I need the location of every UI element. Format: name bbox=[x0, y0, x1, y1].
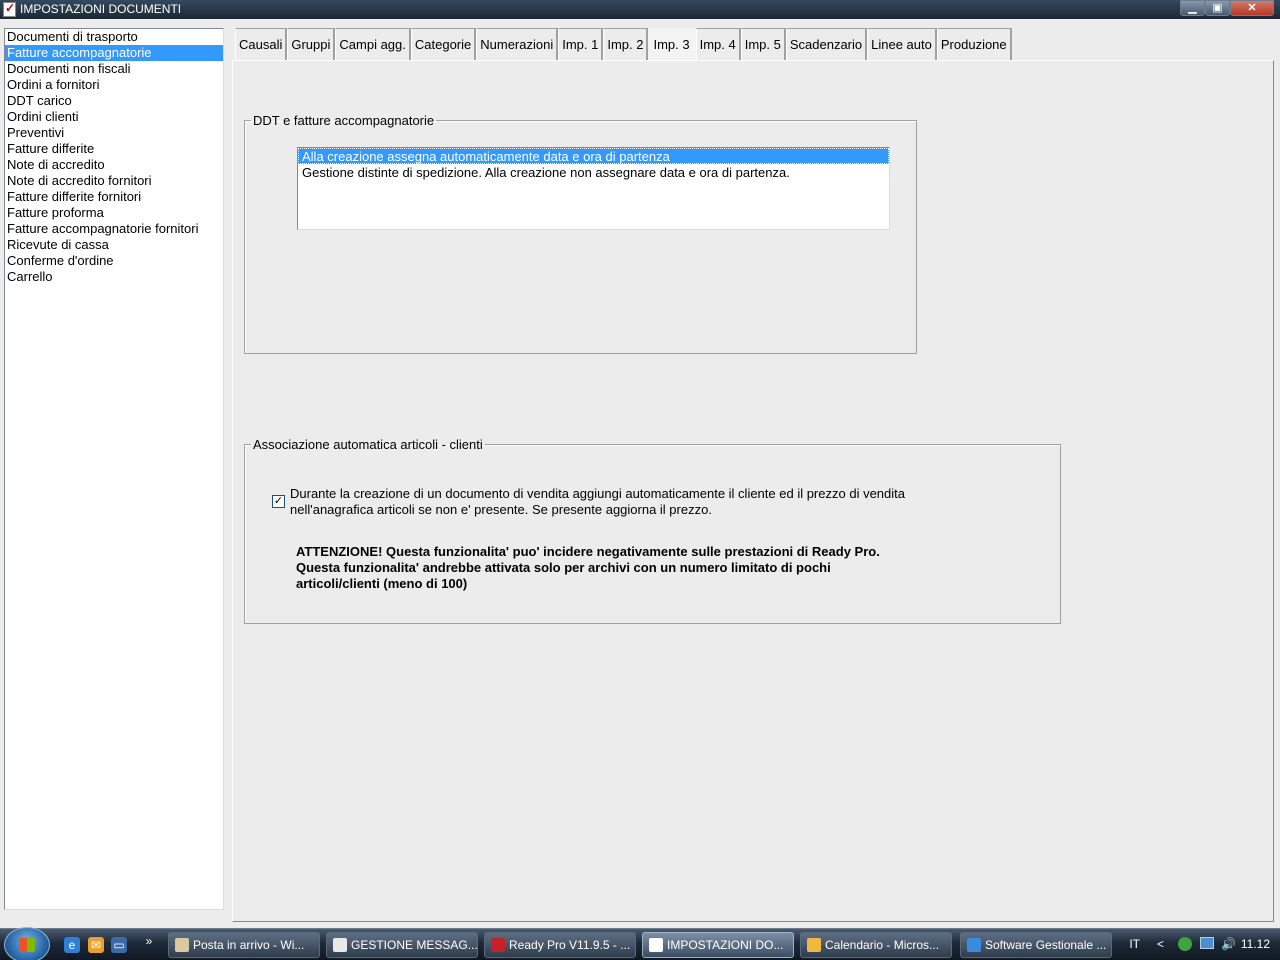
envelope-icon bbox=[333, 938, 347, 952]
window-controls: ▁ ▣ ✕ bbox=[1180, 0, 1274, 16]
taskbar-button-label: GESTIONE MESSAG... bbox=[351, 938, 478, 952]
maximize-button[interactable]: ▣ bbox=[1205, 0, 1230, 16]
tab-gruppi[interactable]: Gruppi bbox=[287, 28, 336, 60]
doc-list-item[interactable]: Fatture differite bbox=[5, 141, 223, 157]
performance-warning: ATTENZIONE! Questa funzionalita' puo' in… bbox=[296, 544, 976, 592]
doc-list-item[interactable]: Note di accredito bbox=[5, 157, 223, 173]
tab-produzione[interactable]: Produzione bbox=[936, 28, 1012, 60]
doc-list-item[interactable]: Carrello bbox=[5, 269, 223, 285]
doc-list-item[interactable]: Documenti di trasporto bbox=[5, 29, 223, 45]
windows-logo-icon bbox=[19, 938, 35, 952]
ie-icon bbox=[967, 938, 981, 952]
volume-icon[interactable]: 🔊 bbox=[1221, 937, 1236, 951]
taskbar-button-label: Software Gestionale ... bbox=[985, 938, 1107, 952]
tab-linee-auto[interactable]: Linee auto bbox=[867, 28, 937, 60]
network-icon[interactable] bbox=[1200, 937, 1214, 949]
warning-line2: Questa funzionalita' andrebbe attivata s… bbox=[296, 560, 831, 575]
ddt-options-listbox[interactable]: Alla creazione assegna automaticamente d… bbox=[297, 147, 890, 230]
doc-list-item[interactable]: DDT carico bbox=[5, 93, 223, 109]
desktop-quicklaunch-icon[interactable]: ▭ bbox=[111, 937, 127, 953]
sync-icon[interactable] bbox=[1178, 937, 1192, 951]
doc-list-item[interactable]: Ricevute di cassa bbox=[5, 237, 223, 253]
taskbar-button-label: Calendario - Micros... bbox=[825, 938, 940, 952]
doc-list-item[interactable]: Fatture differite fornitori bbox=[5, 189, 223, 205]
ie-quicklaunch-icon[interactable]: e bbox=[64, 937, 80, 953]
auto-association-label-line2: nell'anagrafica articoli se non e' prese… bbox=[290, 502, 712, 517]
doc-list-item[interactable]: Ordini clienti bbox=[5, 109, 223, 125]
tab-strip: Causali Gruppi Campi agg. Categorie Numerazi… bbox=[235, 28, 1012, 60]
document-type-list[interactable]: Documenti di trasporto Fatture accompagna… bbox=[4, 28, 224, 910]
start-button[interactable] bbox=[4, 927, 50, 960]
tab-imp-5[interactable]: Imp. 5 bbox=[740, 28, 786, 60]
more-quicklaunch-icon[interactable]: » bbox=[141, 933, 157, 949]
taskbar-button[interactable]: GESTIONE MESSAG... bbox=[326, 932, 478, 958]
doc-list-item[interactable]: Note di accredito fornitori bbox=[5, 173, 223, 189]
mail-icon bbox=[175, 938, 189, 952]
settings-panel: Causali Gruppi Campi agg. Categorie Numerazi… bbox=[232, 28, 1276, 922]
warning-line1: ATTENZIONE! Questa funzionalita' puo' in… bbox=[296, 544, 880, 559]
doc-list-item[interactable]: Conferme d'ordine bbox=[5, 253, 223, 269]
doc-list-item[interactable]: Preventivi bbox=[5, 125, 223, 141]
ddt-group: DDT e fatture accompagnatorie Alla creaz… bbox=[244, 113, 917, 354]
window-title: IMPOSTAZIONI DOCUMENTI bbox=[20, 2, 182, 16]
outlook-quicklaunch-icon[interactable]: ✉ bbox=[88, 937, 104, 953]
taskbar-button[interactable]: Posta in arrivo - Wi... bbox=[168, 932, 320, 958]
app-icon bbox=[3, 1, 16, 17]
doc-list-item[interactable]: Fatture accompagnatorie bbox=[5, 45, 223, 61]
association-group: Associazione automatica articoli - clien… bbox=[244, 437, 1061, 624]
doc-list-item[interactable]: Ordini a fornitori bbox=[5, 77, 223, 93]
tab-page-imp3: DDT e fatture accompagnatorie Alla creaz… bbox=[232, 60, 1274, 922]
ddt-group-legend: DDT e fatture accompagnatorie bbox=[253, 113, 435, 128]
doc-list-item[interactable]: Fatture proforma bbox=[5, 205, 223, 221]
taskbar-button[interactable]: Software Gestionale ... bbox=[960, 932, 1112, 958]
warning-line3: articoli/clienti (meno di 100) bbox=[296, 576, 468, 591]
auto-association-label-line1: Durante la creazione di un documento di … bbox=[290, 486, 905, 501]
clock[interactable]: 11.12 bbox=[1241, 937, 1270, 951]
taskbar: e ✉ ▭ » Posta in arrivo - Wi... GESTIONE … bbox=[0, 927, 1280, 960]
minimize-button[interactable]: ▁ bbox=[1180, 0, 1205, 16]
doc-list-item[interactable]: Fatture accompagnatorie fornitori bbox=[5, 221, 223, 237]
taskbar-button-label: Posta in arrivo - Wi... bbox=[193, 938, 305, 952]
tab-imp-1[interactable]: Imp. 1 bbox=[558, 28, 604, 60]
auto-association-checkbox[interactable]: ✓ bbox=[272, 495, 285, 508]
language-indicator[interactable]: IT bbox=[1129, 937, 1140, 951]
tab-scadenzario[interactable]: Scadenzario bbox=[785, 28, 868, 60]
auto-association-label[interactable]: Durante la creazione di un documento di … bbox=[290, 486, 940, 518]
tab-campi-agg[interactable]: Campi agg. bbox=[335, 28, 411, 60]
ddt-option[interactable]: Alla creazione assegna automaticamente d… bbox=[298, 148, 889, 164]
document-icon bbox=[649, 938, 663, 952]
tab-causali[interactable]: Causali bbox=[235, 28, 288, 60]
tab-categorie[interactable]: Categorie bbox=[410, 28, 477, 60]
strawberry-icon bbox=[491, 938, 505, 952]
tab-imp-2[interactable]: Imp. 2 bbox=[603, 28, 649, 60]
doc-list-item[interactable]: Documenti non fiscali bbox=[5, 61, 223, 77]
ddt-option[interactable]: Gestione distinte di spedizione. Alla cr… bbox=[298, 164, 889, 180]
close-button[interactable]: ✕ bbox=[1230, 0, 1274, 16]
taskbar-button-label: Ready Pro V11.9.5 - ... bbox=[509, 938, 631, 952]
title-bar: IMPOSTAZIONI DOCUMENTI ▁ ▣ ✕ bbox=[0, 0, 1280, 19]
taskbar-button[interactable]: Ready Pro V11.9.5 - ... bbox=[484, 932, 636, 958]
taskbar-button-label: IMPOSTAZIONI DO... bbox=[667, 938, 784, 952]
tab-numerazioni[interactable]: Numerazioni bbox=[476, 28, 559, 60]
tray-chevron-icon[interactable]: < bbox=[1157, 937, 1164, 951]
taskbar-button[interactable]: IMPOSTAZIONI DO... bbox=[642, 932, 794, 958]
association-group-legend: Associazione automatica articoli - clien… bbox=[253, 437, 483, 452]
taskbar-button[interactable]: Calendario - Micros... bbox=[800, 932, 952, 958]
tab-imp-4[interactable]: Imp. 4 bbox=[695, 28, 741, 60]
tab-imp-3[interactable]: Imp. 3 bbox=[648, 28, 696, 60]
calendar-icon bbox=[807, 938, 821, 952]
